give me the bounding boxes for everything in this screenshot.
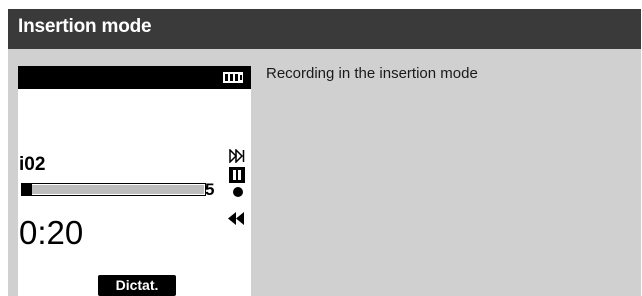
panel-title: Insertion mode [18,16,152,37]
fast-forward-icon [229,149,245,163]
pause-icon [229,167,245,183]
file-name: i02 [19,154,46,175]
battery-icon [223,72,243,83]
mode-description: Recording in the insertion mode [266,65,478,82]
position-number: 5 [205,180,215,199]
device-screen: i02 5 0:20 Dictat. [18,66,251,296]
rewind-icon [228,212,244,225]
dictate-softkey[interactable]: Dictat. [98,275,176,296]
status-bar [18,66,251,89]
record-icon [233,187,243,197]
info-panel: Insertion mode i02 5 0:20 Dictat. Record… [8,9,641,296]
elapsed-time: 0:20 [19,214,84,251]
progress-bar [21,183,206,196]
panel-header: Insertion mode [8,9,641,49]
